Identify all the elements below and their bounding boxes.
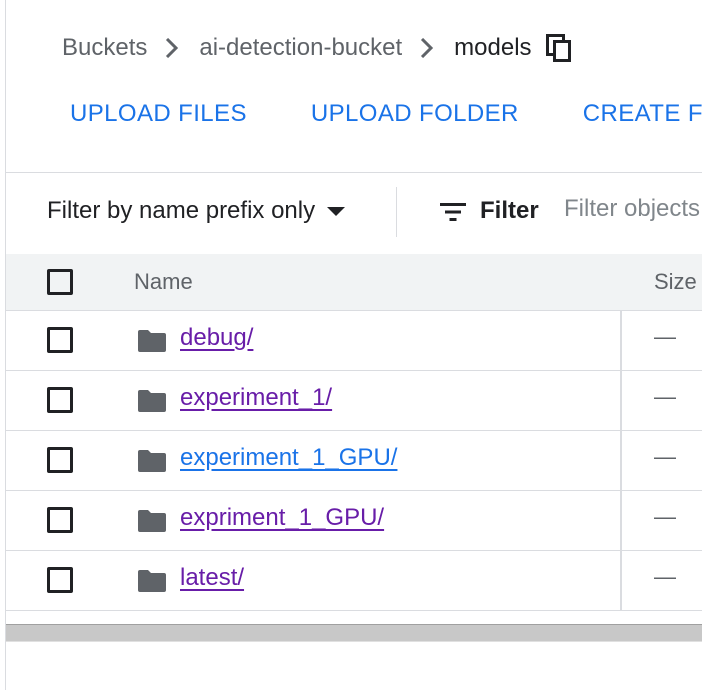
upload-folder-button[interactable]: UPLOAD FOLDER bbox=[311, 100, 519, 128]
folder-icon bbox=[138, 510, 166, 532]
folder-icon bbox=[138, 570, 166, 592]
folder-name-link[interactable]: latest/ bbox=[180, 564, 244, 592]
breadcrumb-bucket[interactable]: ai-detection-bucket bbox=[199, 34, 402, 62]
table-row[interactable]: experiment_1/ — bbox=[6, 371, 702, 431]
folder-icon bbox=[138, 450, 166, 472]
table-row[interactable]: debug/ — bbox=[6, 311, 702, 371]
create-folder-button[interactable]: CREATE FO bbox=[583, 100, 702, 128]
folder-icon bbox=[138, 330, 166, 352]
copy-icon[interactable] bbox=[545, 34, 572, 62]
table-row[interactable]: latest/ — bbox=[6, 551, 702, 611]
row-checkbox[interactable] bbox=[47, 327, 73, 353]
row-checkbox[interactable] bbox=[47, 567, 73, 593]
column-header-size[interactable]: Size bbox=[654, 269, 697, 295]
filter-bar: Filter by name prefix only Filter bbox=[6, 172, 702, 256]
folder-name-link[interactable]: debug/ bbox=[180, 324, 253, 352]
objects-table: Name Size debug/— experiment_1/— experimen… bbox=[6, 254, 702, 611]
size-cell: — bbox=[654, 384, 676, 409]
filter-mode-select[interactable]: Filter by name prefix only bbox=[47, 197, 346, 225]
table-row[interactable]: experiment_1_GPU/ — bbox=[6, 431, 702, 491]
breadcrumb: Buckets ai-detection-bucket models bbox=[62, 26, 572, 70]
table-header: Name Size bbox=[6, 254, 702, 311]
breadcrumb-buckets[interactable]: Buckets bbox=[62, 34, 147, 62]
select-all-checkbox[interactable] bbox=[47, 269, 73, 295]
column-header-name[interactable]: Name bbox=[134, 269, 193, 295]
breadcrumb-current: models bbox=[454, 34, 532, 61]
filter-mode-label: Filter by name prefix only bbox=[47, 197, 316, 224]
size-cell: — bbox=[654, 324, 676, 349]
size-cell: — bbox=[654, 444, 676, 469]
filter-label: Filter bbox=[480, 197, 539, 224]
folder-name-link[interactable]: expriment_1_GPU/ bbox=[180, 504, 384, 532]
action-bar: UPLOAD FILES UPLOAD FOLDER CREATE FO bbox=[70, 100, 702, 128]
row-checkbox[interactable] bbox=[47, 387, 73, 413]
row-checkbox[interactable] bbox=[47, 447, 73, 473]
upload-files-button[interactable]: UPLOAD FILES bbox=[70, 100, 247, 128]
folder-name-link[interactable]: experiment_1_GPU/ bbox=[180, 444, 397, 472]
folder-icon bbox=[138, 390, 166, 412]
size-cell: — bbox=[654, 564, 676, 589]
chevron-right-icon bbox=[421, 38, 434, 58]
folder-name-link[interactable]: experiment_1/ bbox=[180, 384, 332, 412]
table-body: debug/— experiment_1/— experiment_1_GPU/— e… bbox=[6, 311, 702, 611]
filter-icon[interactable] bbox=[440, 201, 466, 223]
filter-objects-input[interactable] bbox=[564, 195, 702, 223]
horizontal-scrollbar[interactable] bbox=[6, 624, 702, 642]
chevron-right-icon bbox=[166, 38, 179, 58]
dropdown-arrow-icon bbox=[327, 206, 346, 216]
table-row[interactable]: expriment_1_GPU/ — bbox=[6, 491, 702, 551]
divider bbox=[396, 187, 397, 237]
row-checkbox[interactable] bbox=[47, 507, 73, 533]
size-cell: — bbox=[654, 504, 676, 529]
